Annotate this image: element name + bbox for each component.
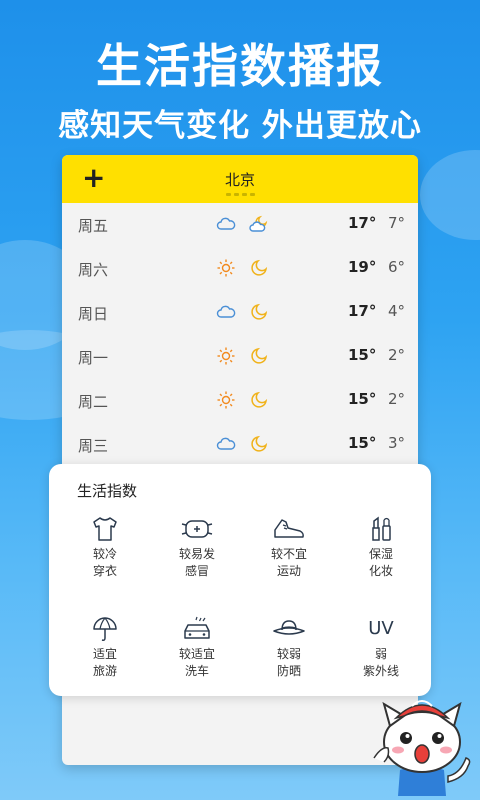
tshirt-icon xyxy=(93,517,117,541)
promo-title: 生活指数播报 xyxy=(96,39,384,93)
forecast-low: 2° xyxy=(388,346,406,364)
forecast-row[interactable]: 周日 17° 4° xyxy=(62,291,418,335)
index-level: 较弱 xyxy=(276,647,301,661)
index-item-makeup[interactable]: 保湿 化妆 xyxy=(340,516,422,580)
promo-background: 生活指数播报 感知天气变化 外出更放心 + 北京 周五 17° 7° 周六 19… xyxy=(0,0,480,800)
forecast-high: 17° xyxy=(348,214,377,232)
index-level: 适宜 xyxy=(92,647,117,661)
index-item-cold[interactable]: 较易发 感冒 xyxy=(156,516,238,580)
background-cloud xyxy=(420,150,480,240)
app-header: + 北京 xyxy=(62,155,418,203)
cosmetics-icon xyxy=(372,516,391,541)
cat-mascot-illustration xyxy=(373,700,471,796)
moon-icon xyxy=(251,435,268,452)
moon-icon xyxy=(251,259,268,276)
car-wash-icon xyxy=(184,616,210,639)
forecast-row[interactable]: 周三 15° 3° xyxy=(62,423,418,467)
index-level: 较冷 xyxy=(92,547,117,561)
index-label: 洗车 xyxy=(184,664,209,678)
forecast-high: 19° xyxy=(348,258,377,276)
forecast-high: 15° xyxy=(348,346,377,364)
umbrella-icon xyxy=(93,617,117,641)
forecast-low: 4° xyxy=(388,302,406,320)
moon-icon xyxy=(251,391,268,408)
life-index-title: 生活指数 xyxy=(77,482,138,500)
index-level: 较不宜 xyxy=(270,547,307,561)
forecast-row[interactable]: 周一 15° 2° xyxy=(62,335,418,379)
index-item-travel[interactable]: 适宜 旅游 xyxy=(64,616,146,680)
index-label: 化妆 xyxy=(368,564,393,578)
forecast-low: 6° xyxy=(388,258,406,276)
sun-hat-icon xyxy=(273,620,305,635)
index-label: 紫外线 xyxy=(362,664,399,678)
index-label: 运动 xyxy=(276,564,301,578)
index-item-clothing[interactable]: 较冷 穿衣 xyxy=(64,516,146,580)
forecast-day: 周一 xyxy=(78,349,109,367)
index-label: 穿衣 xyxy=(92,564,117,578)
index-level: 保湿 xyxy=(368,547,393,561)
uv-icon: UV xyxy=(368,618,394,639)
index-item-car-wash[interactable]: 较适宜 洗车 xyxy=(156,616,238,680)
forecast-high: 15° xyxy=(348,390,377,408)
cloud-icon xyxy=(216,437,236,450)
index-label: 感冒 xyxy=(184,564,209,578)
life-index-card: 生活指数 较冷 穿衣 较易发 感冒 较不宜 运动 保湿 化妆 适宜 旅游 较适宜… xyxy=(49,464,431,696)
index-level: 较易发 xyxy=(178,547,215,561)
mask-icon xyxy=(181,520,213,538)
moon-icon xyxy=(251,303,268,320)
index-level: 弱 xyxy=(374,647,387,661)
sun-icon xyxy=(217,391,235,409)
forecast-low: 3° xyxy=(388,434,406,452)
index-level: 较适宜 xyxy=(178,647,215,661)
partly-cloudy-night-icon xyxy=(249,215,268,232)
sun-icon xyxy=(217,259,235,277)
forecast-day: 周五 xyxy=(78,217,109,235)
moon-icon xyxy=(251,347,268,364)
forecast-day: 周三 xyxy=(78,437,109,455)
city-name[interactable]: 北京 xyxy=(62,169,418,190)
forecast-day: 周六 xyxy=(78,261,109,279)
forecast-high: 15° xyxy=(348,434,377,452)
sneaker-icon xyxy=(274,519,304,538)
forecast-row[interactable]: 周二 15° 2° xyxy=(62,379,418,423)
forecast-row[interactable]: 周六 19° 6° xyxy=(62,247,418,291)
forecast-low: 2° xyxy=(388,390,406,408)
forecast-day: 周二 xyxy=(78,393,109,411)
cloud-icon xyxy=(216,305,236,318)
sun-icon xyxy=(217,347,235,365)
promo-subtitle: 感知天气变化 外出更放心 xyxy=(58,108,422,144)
forecast-high: 17° xyxy=(348,302,377,320)
page-indicator xyxy=(226,193,256,197)
index-label: 旅游 xyxy=(92,664,117,678)
index-label: 防晒 xyxy=(276,664,301,678)
index-item-uv[interactable]: UV 弱 紫外线 xyxy=(340,616,422,680)
forecast-low: 7° xyxy=(388,214,406,232)
index-item-exercise[interactable]: 较不宜 运动 xyxy=(248,516,330,580)
index-item-sunscreen[interactable]: 较弱 防晒 xyxy=(248,616,330,680)
forecast-row[interactable]: 周五 17° 7° xyxy=(62,203,418,247)
cloud-icon xyxy=(216,217,236,230)
forecast-day: 周日 xyxy=(78,305,109,323)
